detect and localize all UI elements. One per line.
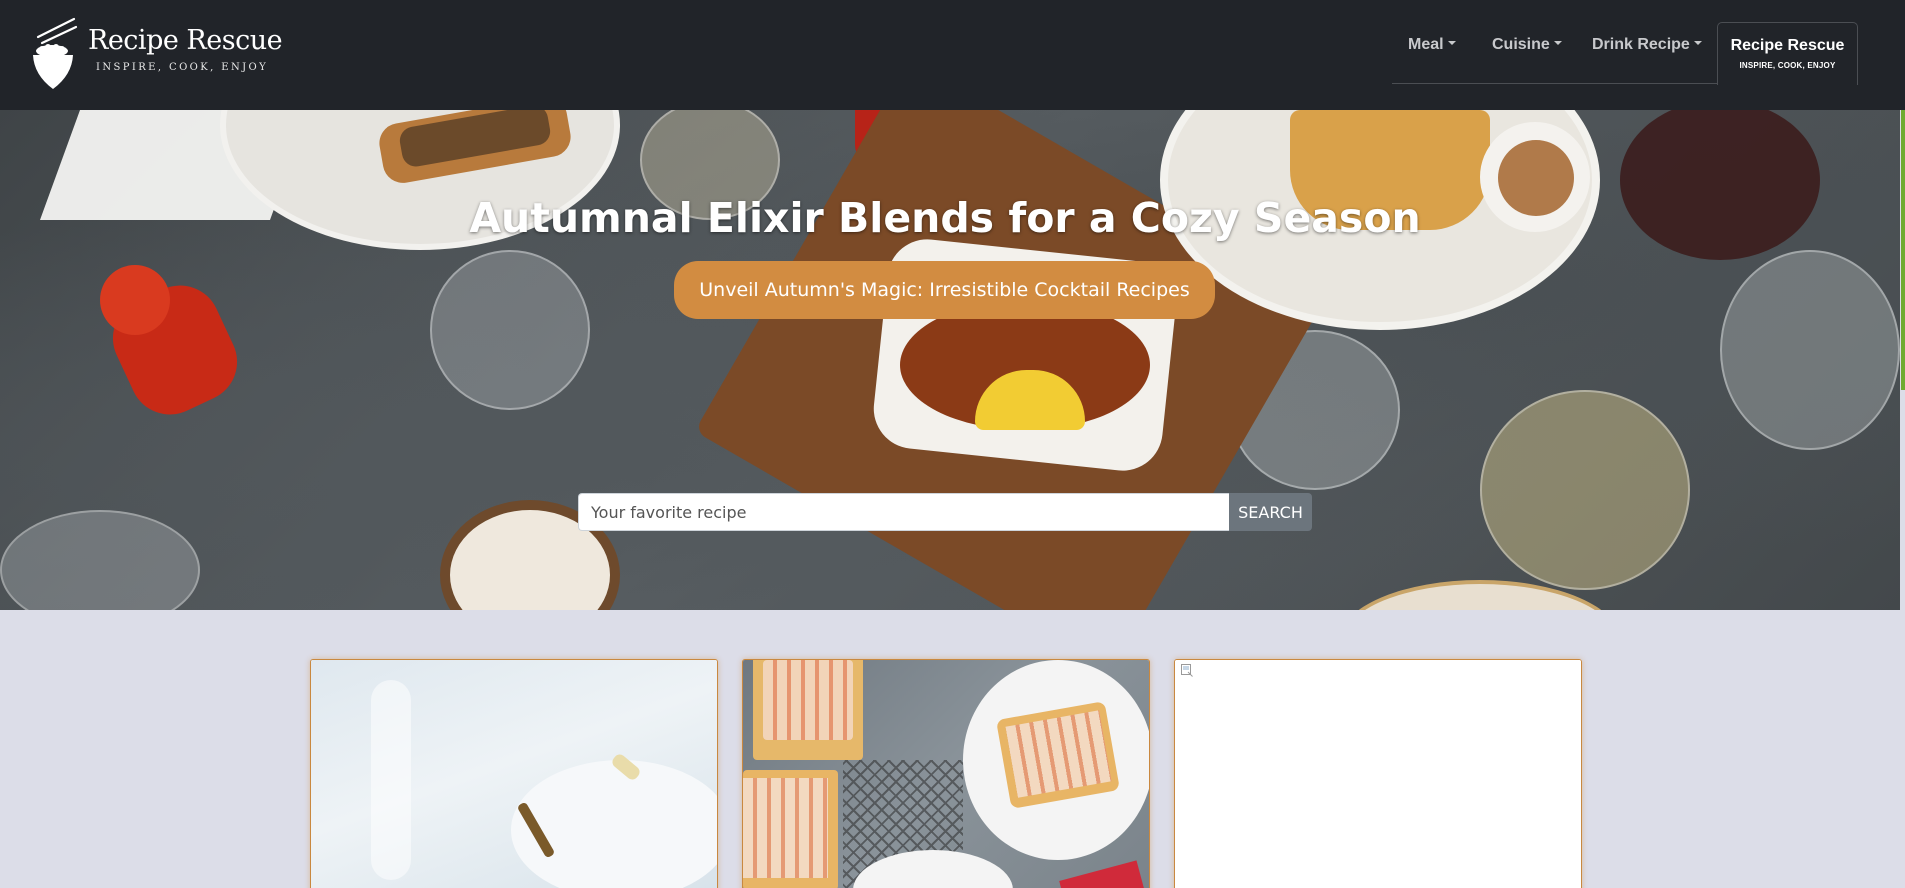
brand-name: Recipe Rescue xyxy=(88,25,283,56)
nav-active-recipe-rescue[interactable]: Recipe Rescue INSPIRE, COOK, ENJOY xyxy=(1717,22,1858,85)
search-button[interactable]: SEARCH xyxy=(1229,493,1312,531)
recipe-card[interactable] xyxy=(1174,659,1582,888)
recipe-cards xyxy=(0,610,1900,888)
caret-down-icon xyxy=(1447,41,1456,45)
pear-dessert-photo xyxy=(311,660,717,888)
recipe-card-image xyxy=(1175,660,1581,888)
nav-drink-recipe-dropdown[interactable]: Drink Recipe xyxy=(1592,36,1702,54)
recipe-card[interactable] xyxy=(310,659,718,888)
search-form: SEARCH xyxy=(578,493,1312,531)
navbar: Recipe Rescue INSPIRE, COOK, ENJOY Meal … xyxy=(0,0,1905,110)
nav-active-title: Recipe Rescue xyxy=(1730,37,1845,54)
cocktail-recipes-button[interactable]: Unveil Autumn's Magic: Irresistible Cock… xyxy=(674,261,1215,319)
nav-cuisine-dropdown[interactable]: Cuisine xyxy=(1492,36,1562,54)
brand-tagline: INSPIRE, COOK, ENJOY xyxy=(96,62,269,73)
broken-image-icon xyxy=(1181,664,1193,677)
nav-meal-dropdown[interactable]: Meal xyxy=(1408,36,1456,54)
hero-banner: Autumnal Elixir Blends for a Cozy Season… xyxy=(0,110,1900,610)
hero-title: Autumnal Elixir Blends for a Cozy Season xyxy=(469,194,1421,242)
brand-logo-link[interactable]: Recipe Rescue INSPIRE, COOK, ENJOY xyxy=(32,17,283,91)
nav-active-subtitle: INSPIRE, COOK, ENJOY xyxy=(1739,61,1836,70)
apple-tart-photo xyxy=(743,660,1149,888)
rice-bowl-icon xyxy=(32,17,80,91)
caret-down-icon xyxy=(1553,41,1562,45)
search-input[interactable] xyxy=(578,493,1229,531)
caret-down-icon xyxy=(1693,41,1702,45)
nav-drink-recipe-label: Drink Recipe xyxy=(1592,36,1690,53)
recipe-card[interactable] xyxy=(742,659,1150,888)
nav-cuisine-label: Cuisine xyxy=(1492,36,1550,53)
page-edge-accent xyxy=(1901,110,1905,390)
nav-meal-label: Meal xyxy=(1408,36,1444,53)
